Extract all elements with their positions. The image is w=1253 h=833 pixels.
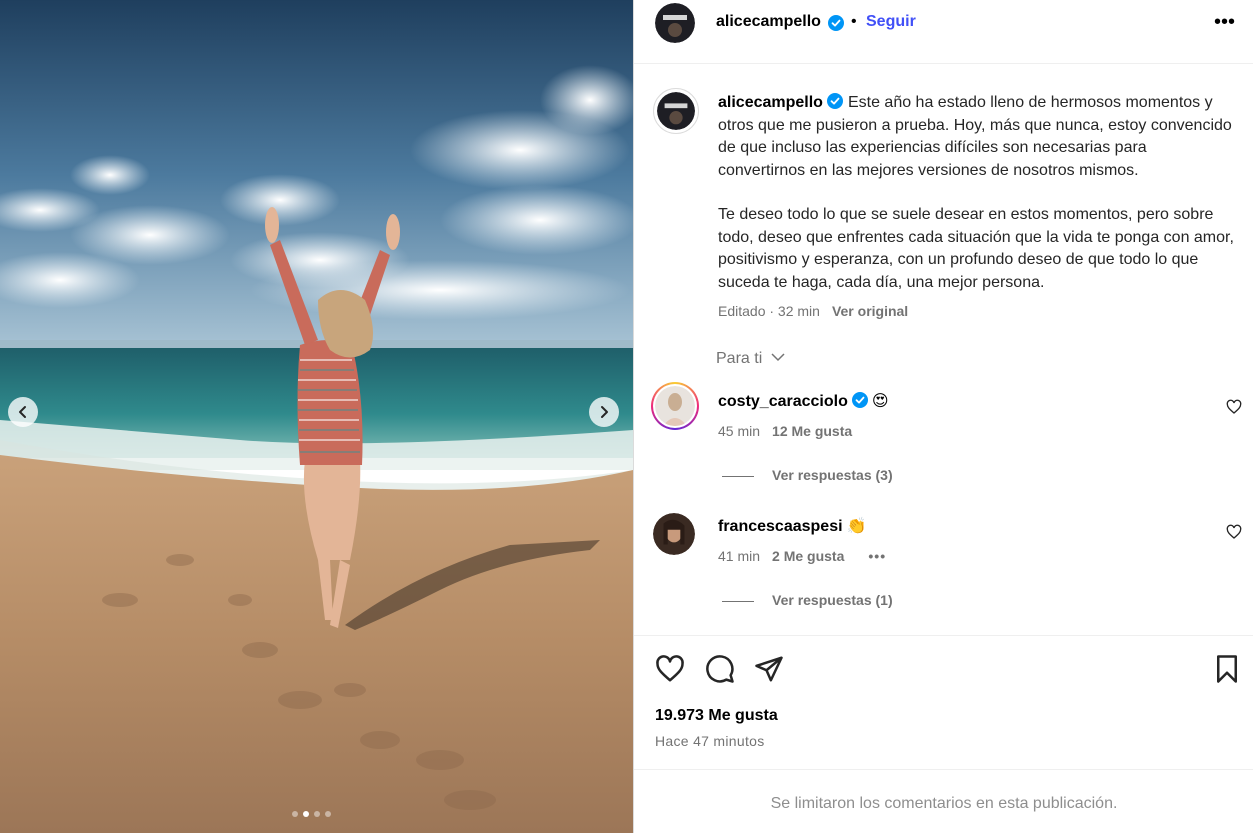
post-details-panel: alicecampello • Seguir ••• alicecampello… <box>633 0 1253 833</box>
replies-divider <box>722 475 754 477</box>
post-time: Hace 47 minutos <box>655 733 765 749</box>
commenter-username[interactable]: francescaaspesi 👏 <box>718 516 866 536</box>
edited-timestamp: Editado · 32 min <box>718 303 820 319</box>
comment-filter-label: Para ti <box>716 350 763 367</box>
replies-divider <box>722 600 754 602</box>
carousel-indicator <box>292 811 331 817</box>
caption-meta: Editado · 32 min Ver original <box>718 303 908 319</box>
commenter-avatar <box>655 386 695 426</box>
commenter-username[interactable]: costy_caracciolo 😍 <box>718 391 889 411</box>
follow-button[interactable]: Seguir <box>866 13 916 31</box>
commenter-avatar[interactable] <box>653 513 695 555</box>
beach-photo <box>0 0 633 833</box>
comments-limited-notice: Se limitaron los comentarios en esta pub… <box>770 795 1118 812</box>
story-ring[interactable] <box>651 382 699 430</box>
comment-likes[interactable]: 12 Me gusta <box>772 423 852 439</box>
carousel-prev-button[interactable] <box>8 397 38 427</box>
comment-icon[interactable] <box>705 654 735 684</box>
verified-badge-icon <box>851 392 868 408</box>
comment-text: 😍 <box>871 393 889 410</box>
caption-username[interactable]: alicecampello <box>718 94 823 111</box>
view-replies-button[interactable]: Ver respuestas (3) <box>722 467 893 483</box>
comment-filter-dropdown[interactable]: Para ti <box>716 350 785 368</box>
share-icon[interactable] <box>754 654 784 684</box>
view-replies-label: Ver respuestas (3) <box>772 467 893 483</box>
comment-heart-icon[interactable] <box>1226 399 1242 415</box>
author-username[interactable]: alicecampello <box>716 13 821 31</box>
carousel-dot <box>325 811 331 817</box>
comment-username-text: costy_caracciolo <box>718 393 848 410</box>
verified-badge-icon <box>826 93 843 109</box>
carousel-dot-active <box>303 811 309 817</box>
post-media[interactable] <box>0 0 633 833</box>
chevron-right-icon <box>601 406 608 418</box>
verified-badge-icon <box>828 15 844 31</box>
separator-dot: • <box>851 13 857 30</box>
caption-avatar-ring[interactable] <box>653 88 699 134</box>
comment-text: 👏 <box>846 518 867 535</box>
comment-likes[interactable]: 2 Me gusta <box>772 548 844 564</box>
caption-avatar <box>657 92 695 130</box>
comment-time: 41 min <box>718 548 761 564</box>
post-header: alicecampello • Seguir ••• <box>634 0 1253 64</box>
post-caption: alicecampello Este año ha estado lleno de… <box>718 92 1238 294</box>
bookmark-icon[interactable] <box>1212 654 1242 684</box>
carousel-dot <box>314 811 320 817</box>
carousel-dot <box>292 811 298 817</box>
caption-text-2: Te deseo todo lo que se suele desear en … <box>718 206 1234 291</box>
comment-heart-icon[interactable] <box>1226 524 1242 540</box>
view-replies-label: Ver respuestas (1) <box>772 592 893 608</box>
comment-meta: 45 min 12 Me gusta <box>718 423 852 439</box>
author-avatar[interactable] <box>655 3 695 43</box>
comment-username-text: francescaaspesi <box>718 518 843 535</box>
view-replies-button[interactable]: Ver respuestas (1) <box>722 592 893 608</box>
chevron-left-icon <box>19 406 26 418</box>
comment-time: 45 min <box>718 423 761 439</box>
likes-count[interactable]: 19.973 Me gusta <box>655 707 778 725</box>
comment-more-options[interactable]: ••• <box>868 548 886 564</box>
post-actions: 19.973 Me gusta Hace 47 minutos <box>634 635 1253 770</box>
chevron-down-icon <box>771 353 785 362</box>
heart-icon[interactable] <box>655 654 685 684</box>
more-options-icon[interactable]: ••• <box>1214 12 1235 32</box>
see-original-link[interactable]: Ver original <box>832 303 908 319</box>
carousel-next-button[interactable] <box>589 397 619 427</box>
comment-meta: 41 min 2 Me gusta ••• <box>718 548 886 564</box>
